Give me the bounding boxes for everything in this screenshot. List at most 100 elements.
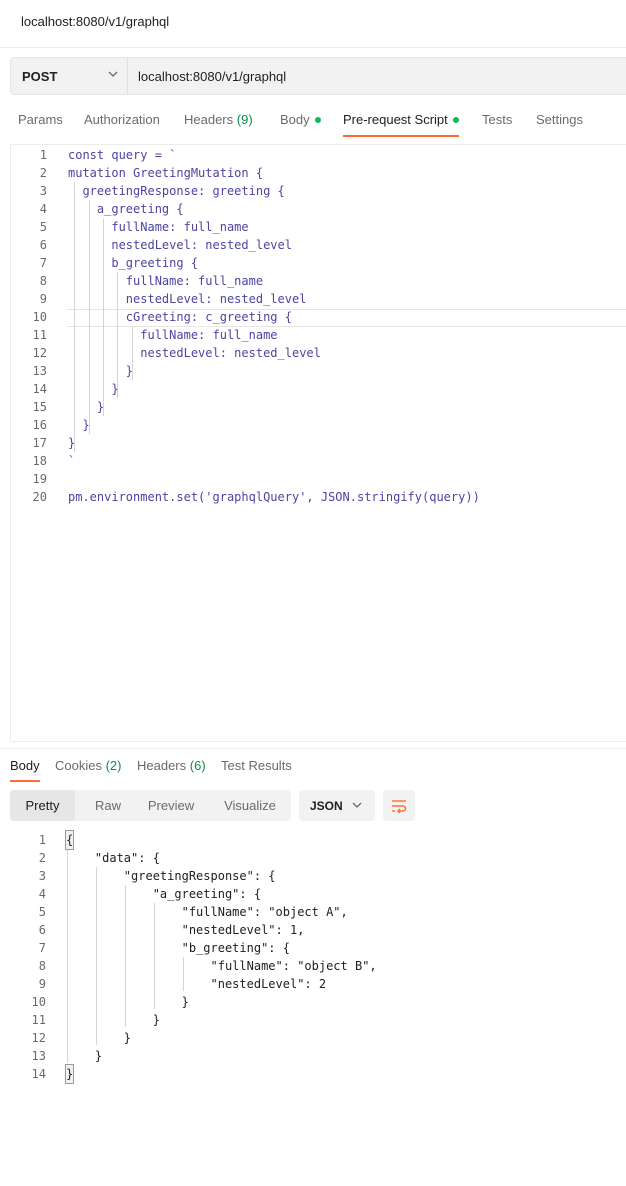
json-text: "b_greeting": { (66, 941, 290, 955)
response-line: 6 "nestedLevel": 1, (0, 921, 626, 939)
script-line: 8 fullName: full_name (11, 272, 626, 290)
status-dot-icon (452, 117, 459, 123)
tab-label: Pre-request Script (343, 112, 448, 127)
view-mode-visualize[interactable]: Visualize (214, 790, 286, 821)
script-line: 16 } (11, 416, 626, 434)
code-text: fullName: full_name (68, 220, 249, 234)
format-label: JSON (310, 799, 343, 813)
code-text: } (68, 418, 90, 432)
format-select[interactable]: JSON (299, 790, 375, 821)
line-number: 15 (32, 400, 47, 414)
line-number: 14 (31, 1067, 46, 1081)
header-divider (0, 47, 626, 48)
script-line: 6 nestedLevel: nested_level (11, 236, 626, 254)
script-line: 12 nestedLevel: nested_level (11, 344, 626, 362)
wrap-lines-icon (392, 800, 407, 814)
wrap-lines-button[interactable] (383, 790, 415, 821)
json-text: } (66, 1049, 103, 1063)
response-line: 4 "a_greeting": { (0, 885, 626, 903)
tab-settings[interactable]: Settings (536, 112, 583, 127)
tab-count: (6) (189, 758, 206, 773)
json-text: "fullName": "object A", (66, 905, 348, 919)
method-label: POST (22, 69, 58, 84)
tab-label: Settings (536, 112, 583, 127)
tab-tests[interactable]: Tests (482, 112, 512, 127)
line-number: 7 (38, 941, 46, 955)
response-tab-headers[interactable]: Headers (6) (137, 758, 206, 773)
response-line: 13 } (0, 1047, 626, 1065)
tab-body[interactable]: Body (280, 112, 321, 127)
line-number: 5 (38, 905, 46, 919)
tab-label: Cookies (55, 758, 102, 773)
script-line: 14 } (11, 380, 626, 398)
line-number: 9 (38, 977, 46, 991)
script-line: 20 pm.environment.set('graphqlQuery', JSO… (11, 488, 626, 506)
response-line: 8 "fullName": "object B", (0, 957, 626, 975)
code-text: const query = ` (68, 148, 177, 162)
view-mode-preview[interactable]: Preview (138, 790, 204, 821)
script-line: 3 greetingResponse: greeting { (11, 182, 626, 200)
code-text: pm.environment.set('graphqlQuery', JSON.… (68, 490, 480, 504)
tab-params[interactable]: Params (18, 112, 63, 127)
request-bar: POST localhost:8080/v1/graphql (10, 57, 626, 95)
line-number: 3 (39, 184, 47, 198)
json-text: "fullName": "object B", (66, 959, 377, 973)
line-number: 9 (39, 292, 47, 306)
line-number: 19 (32, 472, 47, 486)
chevron-down-icon (352, 802, 362, 808)
line-number: 13 (32, 364, 47, 378)
response-body-viewer[interactable]: 1{2 "data": {3 "greetingResponse": {4 "a… (0, 830, 626, 1090)
tab-headers[interactable]: Headers (9) (184, 112, 253, 127)
code-text: mutation GreetingMutation { (68, 166, 264, 180)
script-line: 10 cGreeting: c_greeting { (11, 308, 626, 326)
line-number: 12 (32, 346, 47, 360)
line-number: 14 (32, 382, 47, 396)
script-line: 4 a_greeting { (11, 200, 626, 218)
json-text: "greetingResponse": { (66, 869, 276, 883)
line-number: 10 (32, 310, 47, 324)
script-line: 11 fullName: full_name (11, 326, 626, 344)
json-text: } (66, 1031, 132, 1045)
json-text: { (64, 830, 75, 850)
tab-label: Authorization (84, 112, 160, 127)
line-number: 12 (31, 1031, 46, 1045)
tab-label: Test Results (221, 758, 292, 773)
response-line: 7 "b_greeting": { (0, 939, 626, 957)
line-number: 4 (39, 202, 47, 216)
line-number: 1 (38, 833, 46, 847)
response-divider (0, 748, 626, 749)
json-text: } (66, 1013, 160, 1027)
tab-pre-request-script[interactable]: Pre-request Script (343, 112, 459, 127)
script-line: 15 } (11, 398, 626, 416)
script-line: 2 mutation GreetingMutation { (11, 164, 626, 182)
script-line: 5 fullName: full_name (11, 218, 626, 236)
script-editor[interactable]: 1 const query = ` 2 mutation GreetingMutati… (10, 144, 626, 742)
script-line: 13 } (11, 362, 626, 380)
chevron-down-icon (108, 71, 118, 77)
response-tab-test-results[interactable]: Test Results (221, 758, 292, 773)
tab-label: Params (18, 112, 63, 127)
response-line: 2 "data": { (0, 849, 626, 867)
response-line: 9 "nestedLevel": 2 (0, 975, 626, 993)
response-line: 5 "fullName": "object A", (0, 903, 626, 921)
code-text: } (68, 382, 119, 396)
line-number: 8 (38, 959, 46, 973)
line-number: 6 (38, 923, 46, 937)
tab-authorization[interactable]: Authorization (84, 112, 160, 127)
view-mode-raw[interactable]: Raw (82, 790, 134, 821)
tab-label: Body (280, 112, 310, 127)
method-select[interactable]: POST (11, 58, 128, 94)
response-tabs: Body Cookies (2) Headers (6) Test Result… (0, 758, 626, 782)
status-dot-icon (314, 117, 321, 123)
url-input[interactable]: localhost:8080/v1/graphql (138, 69, 286, 84)
script-line: 7 b_greeting { (11, 254, 626, 272)
json-text: "nestedLevel": 2 (66, 977, 327, 991)
tab-label: Body (10, 758, 40, 773)
tab-label: Headers (184, 112, 234, 127)
response-line: 12 } (0, 1029, 626, 1047)
line-number: 10 (31, 995, 46, 1009)
response-tab-body[interactable]: Body (10, 758, 40, 773)
window-title: localhost:8080/v1/graphql (21, 14, 170, 29)
view-mode-pretty[interactable]: Pretty (10, 790, 75, 821)
response-tab-cookies[interactable]: Cookies (2) (55, 758, 121, 773)
